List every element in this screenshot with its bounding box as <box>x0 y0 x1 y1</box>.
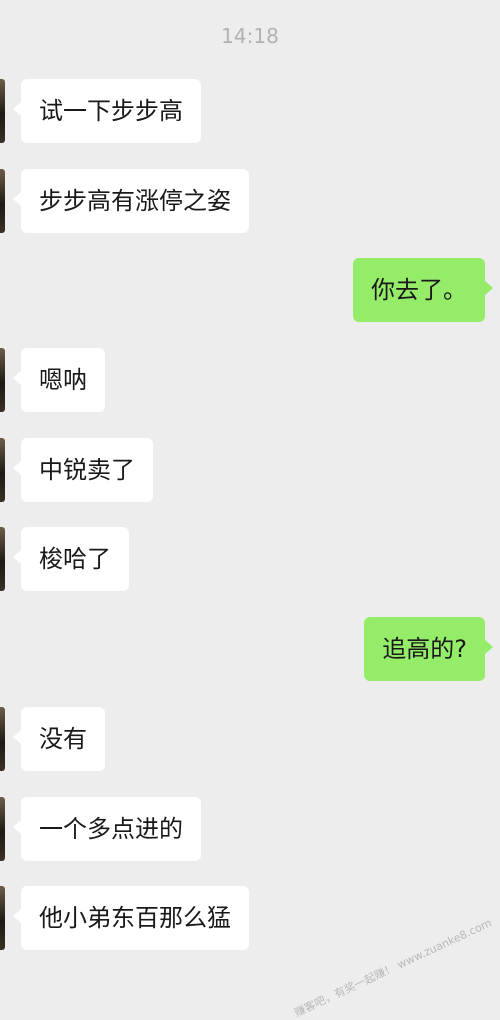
message-bubble[interactable]: 没有 <box>13 707 105 771</box>
message-row-incoming: 梭哈了 <box>0 527 500 591</box>
message-bubble[interactable]: 试一下步步高 <box>13 79 201 143</box>
message-row-incoming: 中锐卖了 <box>0 438 500 502</box>
avatar[interactable] <box>0 527 5 591</box>
message-bubble[interactable]: 一个多点进的 <box>13 797 201 861</box>
message-bubble[interactable]: 追高的? <box>364 617 493 681</box>
avatar[interactable] <box>0 438 5 502</box>
avatar[interactable] <box>0 79 5 143</box>
message-bubble[interactable]: 你去了。 <box>353 258 493 322</box>
timestamp: 14:18 <box>221 24 279 48</box>
message-row-incoming: 步步高有涨停之姿 <box>0 169 500 233</box>
message-row-incoming: 他小弟东百那么猛 <box>0 886 500 950</box>
avatar[interactable] <box>0 797 5 861</box>
message-bubble[interactable]: 梭哈了 <box>13 527 129 591</box>
message-bubble[interactable]: 嗯呐 <box>13 348 105 412</box>
message-bubble[interactable]: 他小弟东百那么猛 <box>13 886 249 950</box>
message-bubble[interactable]: 中锐卖了 <box>13 438 153 502</box>
message-row-outgoing: 追高的? <box>0 617 500 681</box>
avatar[interactable] <box>0 707 5 771</box>
message-row-incoming: 试一下步步高 <box>0 79 500 143</box>
message-row-incoming: 一个多点进的 <box>0 797 500 861</box>
message-bubble[interactable]: 步步高有涨停之姿 <box>13 169 249 233</box>
avatar[interactable] <box>0 169 5 233</box>
message-row-incoming: 没有 <box>0 707 500 771</box>
message-row-outgoing: 你去了。 <box>0 258 500 322</box>
avatar[interactable] <box>0 886 5 950</box>
message-row-incoming: 嗯呐 <box>0 348 500 412</box>
avatar[interactable] <box>0 348 5 412</box>
